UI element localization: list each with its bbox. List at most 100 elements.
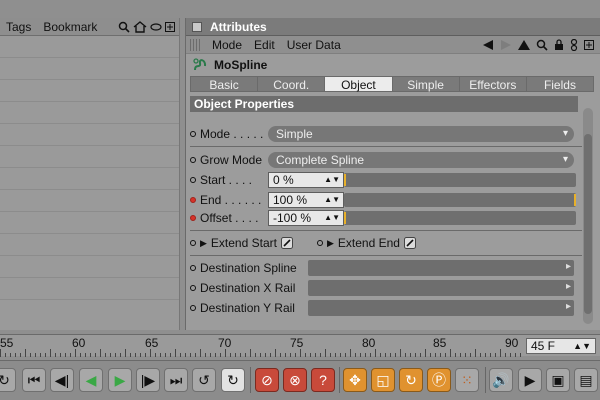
mode-dropdown[interactable]: Simple ▾	[268, 126, 574, 142]
back-arrow-icon[interactable]	[482, 39, 494, 50]
panel-menu-icon[interactable]	[192, 21, 202, 32]
loop-icon[interactable]: ↻	[0, 368, 16, 392]
keyframe-dot[interactable]	[190, 157, 196, 163]
keyframe-dot[interactable]	[190, 197, 196, 203]
slider-handle[interactable]	[344, 212, 346, 224]
list-row[interactable]	[0, 168, 179, 190]
tab-object[interactable]: Object	[324, 76, 392, 92]
render-preview-button[interactable]: ▶	[518, 368, 542, 392]
chevron-right-icon[interactable]: ▸	[566, 261, 571, 272]
section-title: Object Properties	[190, 96, 578, 112]
keyframe-dot[interactable]	[190, 240, 196, 246]
end-slider[interactable]	[344, 193, 576, 207]
go-to-end-button[interactable]: ⏭	[164, 368, 188, 392]
rotate-tool-button[interactable]: ↻	[399, 368, 423, 392]
menu-bookmarks[interactable]: Bookmark	[37, 20, 103, 34]
keyframe-dot[interactable]	[190, 131, 196, 137]
chevron-right-icon[interactable]: ▸	[566, 281, 571, 292]
attributes-scrollbar[interactable]	[583, 108, 593, 324]
end-field[interactable]: 100 % ▲▼	[268, 192, 344, 208]
current-frame-field[interactable]: 45 F ▲▼	[526, 338, 596, 354]
scrollbar-thumb[interactable]	[584, 134, 592, 314]
search-icon[interactable]	[536, 39, 548, 51]
home-icon[interactable]	[133, 20, 147, 33]
keyframe-dot[interactable]	[190, 285, 196, 291]
start-slider[interactable]	[344, 173, 576, 187]
destination-spline-link[interactable]: ▸	[308, 260, 574, 276]
search-icon[interactable]	[118, 21, 130, 33]
tab-basic[interactable]: Basic	[190, 76, 258, 92]
keyframe-dot[interactable]	[190, 215, 196, 221]
timeline-ruler[interactable]: 55 60 65 70 75 80 85 90 45 F ▲▼	[0, 334, 600, 357]
next-key-button[interactable]: |▶	[136, 368, 160, 392]
list-row[interactable]	[0, 80, 179, 102]
record-button[interactable]: ⊘	[255, 368, 279, 392]
previous-key-button[interactable]: ◀|	[50, 368, 74, 392]
slider-handle[interactable]	[344, 174, 346, 186]
grip-icon[interactable]	[190, 38, 202, 51]
destination-x-rail-link[interactable]: ▸	[308, 280, 574, 296]
new-window-icon[interactable]	[584, 39, 594, 50]
up-arrow-icon[interactable]	[518, 39, 530, 50]
chevron-right-icon[interactable]: ▸	[566, 301, 571, 312]
sound-button[interactable]: 🔊	[489, 368, 513, 392]
slider-handle[interactable]	[574, 194, 576, 206]
tab-effectors[interactable]: Effectors	[458, 76, 526, 92]
expand-arrow-icon[interactable]: ▶	[327, 238, 334, 249]
list-row[interactable]	[0, 36, 179, 58]
keyframe-dot[interactable]	[316, 240, 323, 246]
extend-start-checkbox[interactable]	[280, 237, 293, 249]
menu-edit[interactable]: Edit	[248, 38, 281, 52]
loop-toggle-button[interactable]: ↺	[192, 368, 216, 392]
list-row[interactable]	[0, 234, 179, 256]
list-row[interactable]	[0, 146, 179, 168]
auto-key-button[interactable]: ⊗	[283, 368, 307, 392]
lock-icon[interactable]	[554, 38, 564, 51]
new-window-icon[interactable]	[165, 21, 175, 32]
offset-field[interactable]: -100 % ▲▼	[268, 210, 344, 226]
grow-mode-dropdown[interactable]: Complete Spline ▾	[268, 152, 574, 168]
keyframe-dot[interactable]	[190, 305, 196, 311]
list-row[interactable]	[0, 102, 179, 124]
list-row[interactable]	[0, 278, 179, 300]
offset-slider[interactable]	[344, 211, 576, 225]
parameter-key-button[interactable]: Ⓟ	[427, 368, 451, 392]
object-manager-toolbar	[118, 20, 179, 33]
render-view-button[interactable]: ▣	[546, 368, 570, 392]
list-row[interactable]	[0, 190, 179, 212]
expand-arrow-icon[interactable]: ▶	[200, 238, 207, 249]
eye-icon[interactable]	[150, 22, 162, 32]
stepper-icon[interactable]: ▲▼	[324, 173, 340, 187]
play-backwards-button[interactable]: ◀	[79, 368, 103, 392]
forward-arrow-icon[interactable]	[500, 39, 512, 50]
keyframe-dot[interactable]	[190, 265, 196, 271]
keyframe-dot[interactable]	[190, 177, 196, 183]
scale-tool-button[interactable]: ◱	[371, 368, 395, 392]
list-row[interactable]	[0, 212, 179, 234]
start-field[interactable]: 0 % ▲▼	[268, 172, 344, 188]
tab-simple[interactable]: Simple	[391, 76, 459, 92]
help-button[interactable]: ?	[311, 368, 335, 392]
menu-mode[interactable]: Mode	[206, 38, 248, 52]
list-row[interactable]	[0, 256, 179, 278]
render-settings-button[interactable]: ▤	[574, 368, 598, 392]
go-to-start-button[interactable]: ⏮	[22, 368, 46, 392]
tab-coord[interactable]: Coord.	[257, 76, 325, 92]
move-tool-button[interactable]: ✥	[343, 368, 367, 392]
point-level-button[interactable]: ⁙	[455, 368, 479, 392]
pin-icon[interactable]	[570, 38, 578, 51]
stepper-icon[interactable]: ▲▼	[324, 193, 340, 207]
divider	[190, 230, 582, 231]
extend-end-checkbox[interactable]	[403, 237, 416, 249]
stepper-icon[interactable]: ▲▼	[573, 339, 591, 353]
menu-user-data[interactable]: User Data	[281, 38, 347, 52]
menu-tags[interactable]: Tags	[0, 20, 37, 34]
tab-fields[interactable]: Fields	[525, 76, 595, 92]
tick-mark	[235, 353, 236, 357]
destination-y-rail-link[interactable]: ▸	[308, 300, 574, 316]
list-row[interactable]	[0, 124, 179, 146]
play-forwards-button[interactable]: ▶	[108, 368, 132, 392]
list-row[interactable]	[0, 58, 179, 80]
stepper-icon[interactable]: ▲▼	[324, 211, 340, 225]
playback-mode-button[interactable]: ↻	[221, 368, 245, 392]
